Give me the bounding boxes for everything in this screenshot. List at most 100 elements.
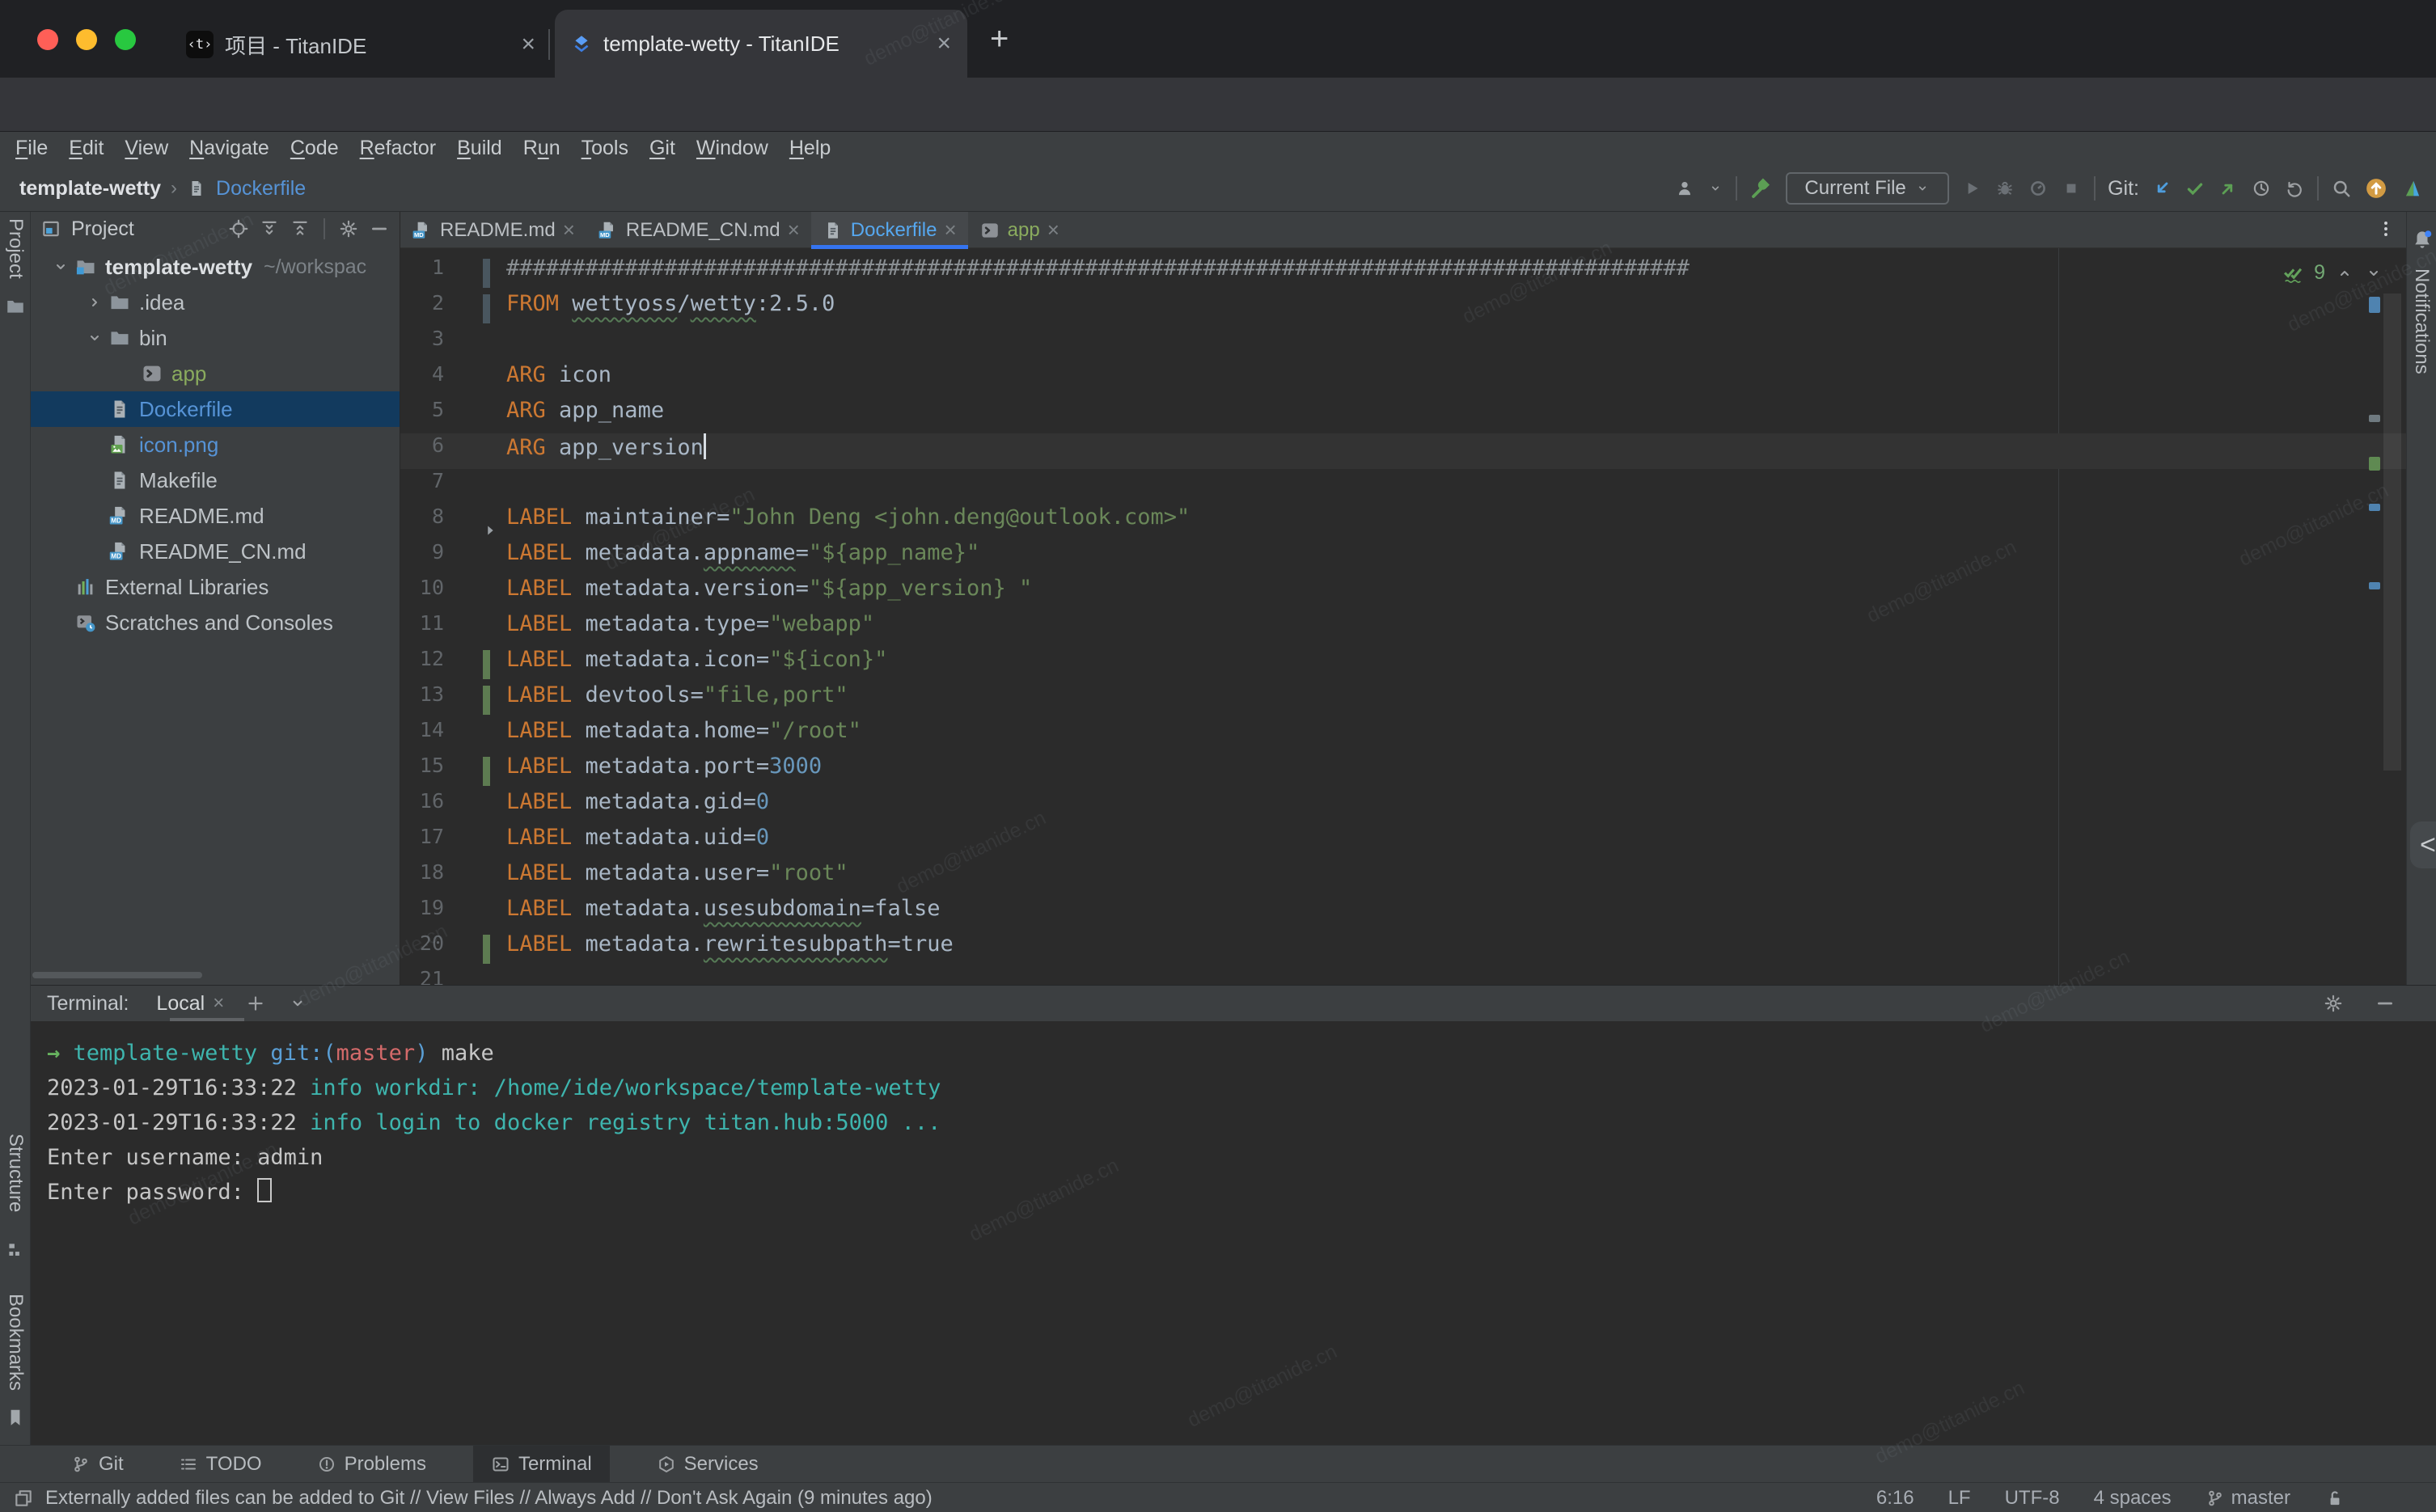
tree-item-dockerfile[interactable]: Dockerfile bbox=[31, 391, 400, 427]
tree-item-app[interactable]: app bbox=[31, 356, 400, 391]
code-line-6[interactable]: 6ARG app_version bbox=[400, 433, 2406, 469]
editor-tab-app[interactable]: app× bbox=[968, 212, 1071, 248]
toolwindow-terminal[interactable]: Terminal bbox=[473, 1446, 610, 1483]
menu-build[interactable]: Build bbox=[446, 137, 513, 160]
code-line-3[interactable]: 3 bbox=[400, 327, 2406, 362]
writable-lock-icon[interactable] bbox=[2324, 1488, 2345, 1509]
window-zoom-button[interactable] bbox=[115, 29, 136, 50]
git-update-icon[interactable] bbox=[2151, 178, 2172, 199]
run-configuration-select[interactable]: Current File bbox=[1786, 172, 1949, 205]
git-branch-widget[interactable]: master bbox=[2206, 1487, 2290, 1510]
menu-help[interactable]: Help bbox=[779, 137, 841, 160]
bookmarks-strip-label[interactable]: Bookmarks bbox=[4, 1294, 27, 1391]
window-close-button[interactable] bbox=[37, 29, 58, 50]
status-message[interactable]: Externally added files can be added to G… bbox=[45, 1487, 933, 1510]
expand-all-icon[interactable] bbox=[259, 218, 280, 239]
tab-close-icon[interactable]: × bbox=[521, 32, 535, 57]
status-windows-icon[interactable] bbox=[13, 1488, 34, 1509]
code-line-1[interactable]: 1#######################################… bbox=[400, 256, 2406, 291]
editor-scrollbar[interactable] bbox=[2383, 294, 2401, 771]
inspections-widget[interactable]: 9 bbox=[2282, 261, 2383, 285]
indent-setting[interactable]: 4 spaces bbox=[2094, 1487, 2172, 1510]
code-line-7[interactable]: 7 bbox=[400, 469, 2406, 505]
git-commit-icon[interactable] bbox=[2184, 178, 2206, 199]
code-line-18[interactable]: 18LABEL metadata.user="root" bbox=[400, 860, 2406, 896]
structure-strip-icon[interactable] bbox=[5, 1240, 26, 1261]
tree-chevron-icon[interactable] bbox=[81, 293, 108, 312]
debug-button[interactable] bbox=[1994, 178, 2015, 199]
code-line-21[interactable]: 21 bbox=[400, 967, 2406, 985]
tree-item-template-wetty[interactable]: template-wetty~/workspac bbox=[31, 249, 400, 285]
new-tab-button[interactable]: + bbox=[990, 21, 1009, 57]
toolwindow-git[interactable]: Git bbox=[63, 1446, 132, 1483]
chevron-down-icon[interactable] bbox=[1707, 180, 1723, 196]
browser-tab-active[interactable]: template-wetty - TitanIDE × bbox=[555, 10, 967, 78]
code-line-19[interactable]: 19LABEL metadata.usesubdomain=false bbox=[400, 896, 2406, 931]
file-encoding[interactable]: UTF-8 bbox=[2005, 1487, 2060, 1510]
terminal-tab-close-icon[interactable]: × bbox=[213, 992, 224, 1015]
browser-tab[interactable]: ‹t› 项目 - TitanIDE × bbox=[171, 11, 550, 78]
project-strip-label[interactable]: Project bbox=[4, 218, 27, 279]
tab-options-icon[interactable] bbox=[2375, 218, 2396, 239]
user-icon[interactable] bbox=[1674, 178, 1695, 199]
terminal-minimize-icon[interactable] bbox=[2375, 993, 2396, 1014]
tab-close-icon[interactable]: × bbox=[788, 218, 800, 243]
terminal-dropdown-icon[interactable] bbox=[287, 993, 308, 1014]
tree-chevron-icon[interactable] bbox=[47, 257, 74, 277]
breadcrumb-project[interactable]: template-wetty bbox=[19, 177, 161, 201]
menu-window[interactable]: Window bbox=[686, 137, 779, 160]
menu-navigate[interactable]: Navigate bbox=[179, 137, 280, 160]
editor-tab-readme-cn-md[interactable]: MDREADME_CN.md× bbox=[586, 212, 811, 248]
menu-view[interactable]: View bbox=[114, 137, 179, 160]
tree-item--idea[interactable]: .idea bbox=[31, 285, 400, 320]
git-push-icon[interactable] bbox=[2218, 178, 2239, 199]
run-button[interactable] bbox=[1961, 178, 1982, 199]
editor-tab-readme-md[interactable]: MDREADME.md× bbox=[400, 212, 586, 248]
code-line-14[interactable]: 14LABEL metadata.home="/root" bbox=[400, 718, 2406, 754]
toolwindow-services[interactable]: Services bbox=[649, 1446, 767, 1483]
tree-item-icon-png[interactable]: icon.png bbox=[31, 427, 400, 462]
code-line-8[interactable]: 8LABEL maintainer="John Deng <john.deng@… bbox=[400, 505, 2406, 540]
tree-chevron-icon[interactable] bbox=[81, 328, 108, 348]
history-icon[interactable] bbox=[2251, 178, 2272, 199]
tab-close-icon[interactable]: × bbox=[937, 32, 951, 56]
notifications-bell-icon[interactable] bbox=[2410, 228, 2434, 252]
bookmarks-strip-icon[interactable] bbox=[5, 1407, 26, 1428]
toolwindow-problems[interactable]: Problems bbox=[309, 1446, 434, 1483]
terminal-tab-local[interactable]: Local bbox=[156, 992, 205, 1016]
locate-file-icon[interactable] bbox=[228, 218, 249, 239]
menu-code[interactable]: Code bbox=[280, 137, 349, 160]
code-line-16[interactable]: 16LABEL metadata.gid=0 bbox=[400, 789, 2406, 825]
notifications-strip-label[interactable]: Notifications bbox=[2410, 268, 2433, 374]
code-line-20[interactable]: 20LABEL metadata.rewritesubpath=true bbox=[400, 931, 2406, 967]
tree-item-external-libraries[interactable]: External Libraries bbox=[31, 569, 400, 605]
menu-edit[interactable]: Edit bbox=[58, 137, 114, 160]
caret-position[interactable]: 6:16 bbox=[1876, 1487, 1914, 1510]
project-strip-icon[interactable] bbox=[5, 296, 26, 317]
horizontal-scrollbar[interactable] bbox=[32, 972, 202, 978]
code-line-4[interactable]: 4ARG icon bbox=[400, 362, 2406, 398]
stop-button[interactable] bbox=[2061, 178, 2082, 199]
hide-panel-icon[interactable] bbox=[369, 218, 390, 239]
menu-run[interactable]: Run bbox=[513, 137, 571, 160]
code-editor[interactable]: 1#######################################… bbox=[400, 248, 2406, 985]
editor-tab-dockerfile[interactable]: Dockerfile× bbox=[811, 212, 968, 248]
update-available-icon[interactable] bbox=[2364, 176, 2388, 201]
project-panel-title[interactable]: Project bbox=[71, 218, 134, 241]
window-minimize-button[interactable] bbox=[76, 29, 97, 50]
code-line-13[interactable]: 13LABEL devtools="file,port" bbox=[400, 682, 2406, 718]
tab-close-icon[interactable]: × bbox=[563, 218, 575, 243]
code-line-12[interactable]: 12LABEL metadata.icon="${icon}" bbox=[400, 647, 2406, 682]
tree-item-makefile[interactable]: Makefile bbox=[31, 462, 400, 498]
code-line-2[interactable]: 2FROM wettyoss/wetty:2.5.0 bbox=[400, 291, 2406, 327]
expand-panel-button[interactable]: < bbox=[2410, 821, 2436, 868]
tab-close-icon[interactable]: × bbox=[944, 218, 956, 243]
profiler-button[interactable] bbox=[2028, 178, 2049, 199]
code-line-9[interactable]: 9LABEL metadata.appname="${app_name}" bbox=[400, 540, 2406, 576]
new-termin-session-icon[interactable] bbox=[245, 993, 266, 1014]
code-line-5[interactable]: 5ARG app_name bbox=[400, 398, 2406, 433]
tree-item-scratches-and-consoles[interactable]: Scratches and Consoles bbox=[31, 605, 400, 640]
code-line-10[interactable]: 10LABEL metadata.version="${app_version}… bbox=[400, 576, 2406, 611]
code-line-11[interactable]: 11LABEL metadata.type="webapp" bbox=[400, 611, 2406, 647]
collapse-all-icon[interactable] bbox=[290, 218, 311, 239]
